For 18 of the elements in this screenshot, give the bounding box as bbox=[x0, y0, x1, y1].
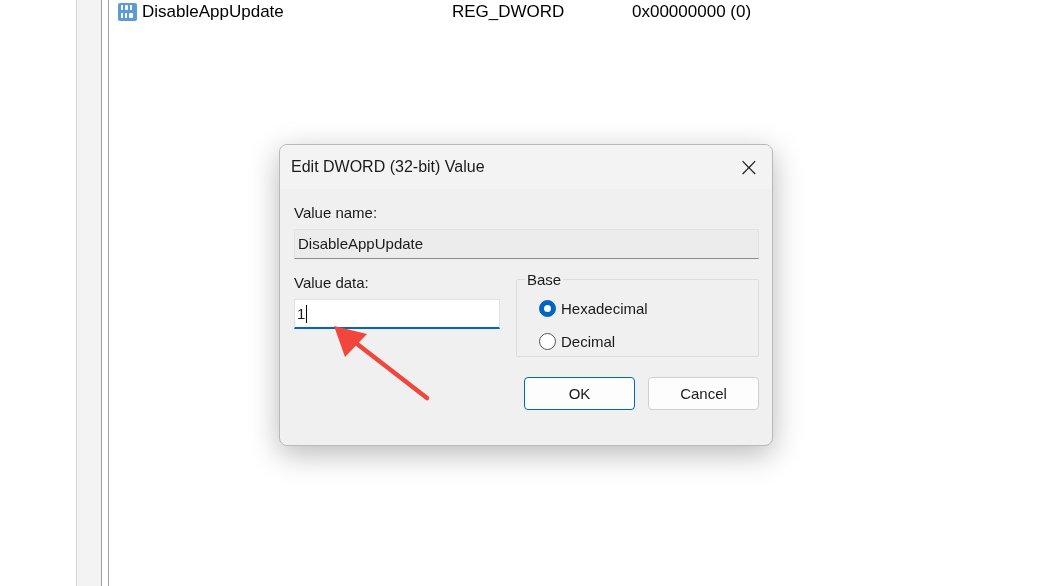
close-button[interactable]: × bbox=[726, 145, 772, 189]
radio-button[interactable] bbox=[539, 333, 556, 350]
radio-button[interactable] bbox=[539, 300, 556, 317]
radio-label[interactable]: Hexadecimal bbox=[561, 300, 648, 317]
value-name-field[interactable]: DisableAppUpdate bbox=[294, 229, 759, 259]
radio-label[interactable]: Decimal bbox=[561, 333, 616, 350]
text-cursor bbox=[306, 304, 308, 323]
binary-value-icon bbox=[117, 2, 138, 22]
value-name: DisableAppUpdate bbox=[142, 2, 284, 22]
dialog-title: Edit DWORD (32-bit) Value bbox=[291, 158, 485, 176]
group-label: Base bbox=[526, 271, 563, 288]
dialog-button[interactable]: OK bbox=[524, 377, 635, 410]
value-type: REG_DWORD bbox=[452, 2, 566, 22]
value-data-field[interactable]: 1 bbox=[294, 299, 500, 329]
value-data: 0x00000000 (0) bbox=[632, 2, 752, 22]
dialog-button[interactable]: Cancel bbox=[648, 377, 759, 410]
field-label: Value data: bbox=[294, 273, 370, 293]
field-label: Value name: bbox=[294, 203, 379, 223]
